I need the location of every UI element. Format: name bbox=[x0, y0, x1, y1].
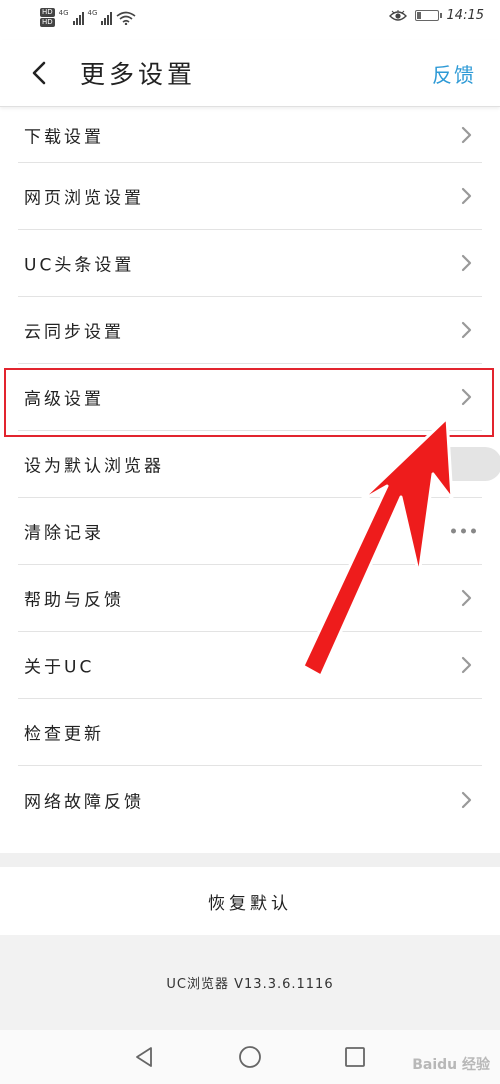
settings-row-label: 帮助与反馈 bbox=[24, 590, 124, 611]
settings-row[interactable]: 云同步设置 bbox=[18, 297, 482, 364]
chevron-right-icon bbox=[461, 254, 472, 272]
settings-row[interactable]: UC头条设置 bbox=[18, 230, 482, 297]
sim1-hd-badge: HD bbox=[40, 8, 55, 17]
version-text: UC浏览器 V13.3.6.1116 bbox=[166, 977, 334, 992]
restore-defaults-button[interactable]: 恢复默认 bbox=[0, 867, 500, 935]
settings-row[interactable]: 检查更新 bbox=[18, 699, 482, 766]
settings-row[interactable]: 帮助与反馈 bbox=[18, 565, 482, 632]
settings-row-label: 设为默认浏览器 bbox=[24, 456, 164, 477]
chevron-right-icon bbox=[461, 187, 472, 205]
battery-icon bbox=[414, 10, 442, 21]
settings-row-label: 关于UC bbox=[24, 657, 95, 678]
settings-row[interactable]: 清除记录 bbox=[18, 498, 482, 565]
status-bar: HD HD 4G 4G 14:15 bbox=[0, 0, 500, 40]
status-right: 14:15 bbox=[388, 8, 484, 23]
settings-row[interactable]: 下载设置 bbox=[18, 108, 482, 163]
settings-row[interactable]: 关于UC bbox=[18, 632, 482, 699]
clock: 14:15 bbox=[446, 8, 484, 23]
circle-home-icon bbox=[239, 1046, 261, 1068]
chevron-right-icon bbox=[461, 791, 472, 808]
settings-row-label: 网页浏览设置 bbox=[24, 188, 144, 209]
nav-back-button[interactable] bbox=[131, 1044, 157, 1070]
header: 更多设置 反馈 bbox=[0, 40, 500, 107]
more-icon[interactable] bbox=[451, 528, 476, 534]
signal-strength-icon bbox=[72, 11, 84, 25]
highlight-box bbox=[4, 368, 494, 437]
settings-row-label: 云同步设置 bbox=[24, 322, 124, 343]
signal-strength-icon bbox=[101, 11, 113, 25]
section-gap bbox=[0, 853, 500, 867]
wifi-icon bbox=[116, 11, 136, 25]
default-browser-toggle[interactable] bbox=[430, 447, 500, 481]
version-footer: UC浏览器 V13.3.6.1116 bbox=[0, 935, 500, 1030]
page-title: 更多设置 bbox=[80, 60, 197, 89]
square-recents-icon bbox=[345, 1047, 365, 1067]
sim2-network-label: 4G bbox=[87, 9, 98, 17]
battery-level bbox=[416, 12, 421, 19]
chevron-left-icon bbox=[32, 61, 46, 85]
settings-row[interactable]: 设为默认浏览器 bbox=[18, 431, 500, 498]
nav-home-button[interactable] bbox=[237, 1044, 263, 1070]
settings-row-label: UC头条设置 bbox=[24, 255, 135, 276]
system-nav-bar: Baidu 经验 bbox=[0, 1030, 500, 1084]
chevron-right-icon bbox=[461, 656, 472, 674]
sim-badges: HD HD bbox=[40, 8, 55, 27]
watermark: Baidu 经验 bbox=[412, 1057, 490, 1073]
settings-row-label: 检查更新 bbox=[24, 724, 104, 745]
settings-row-label: 清除记录 bbox=[24, 523, 104, 544]
settings-row-label: 网络故障反馈 bbox=[24, 792, 144, 812]
settings-list: 下载设置 网页浏览设置 UC头条设置 云同步设置 高级设置 设为默认浏览器 清除记录 帮助与反… bbox=[0, 108, 500, 833]
chevron-right-icon bbox=[461, 126, 472, 144]
feedback-button[interactable]: 反馈 bbox=[432, 59, 476, 88]
sim2-hd-badge: HD bbox=[40, 18, 55, 27]
settings-row[interactable]: 网页浏览设置 bbox=[18, 163, 482, 230]
nav-recents-button[interactable] bbox=[342, 1044, 368, 1070]
signal-indicators: HD HD 4G 4G bbox=[40, 8, 136, 27]
triangle-back-icon bbox=[136, 1047, 152, 1067]
settings-row-label: 下载设置 bbox=[24, 127, 104, 148]
settings-row[interactable]: 网络故障反馈 bbox=[18, 766, 482, 833]
eye-comfort-icon bbox=[388, 9, 407, 21]
chevron-right-icon bbox=[461, 589, 472, 607]
chevron-right-icon bbox=[461, 321, 472, 339]
sim1-network-label: 4G bbox=[58, 9, 69, 17]
back-button[interactable] bbox=[26, 58, 52, 88]
